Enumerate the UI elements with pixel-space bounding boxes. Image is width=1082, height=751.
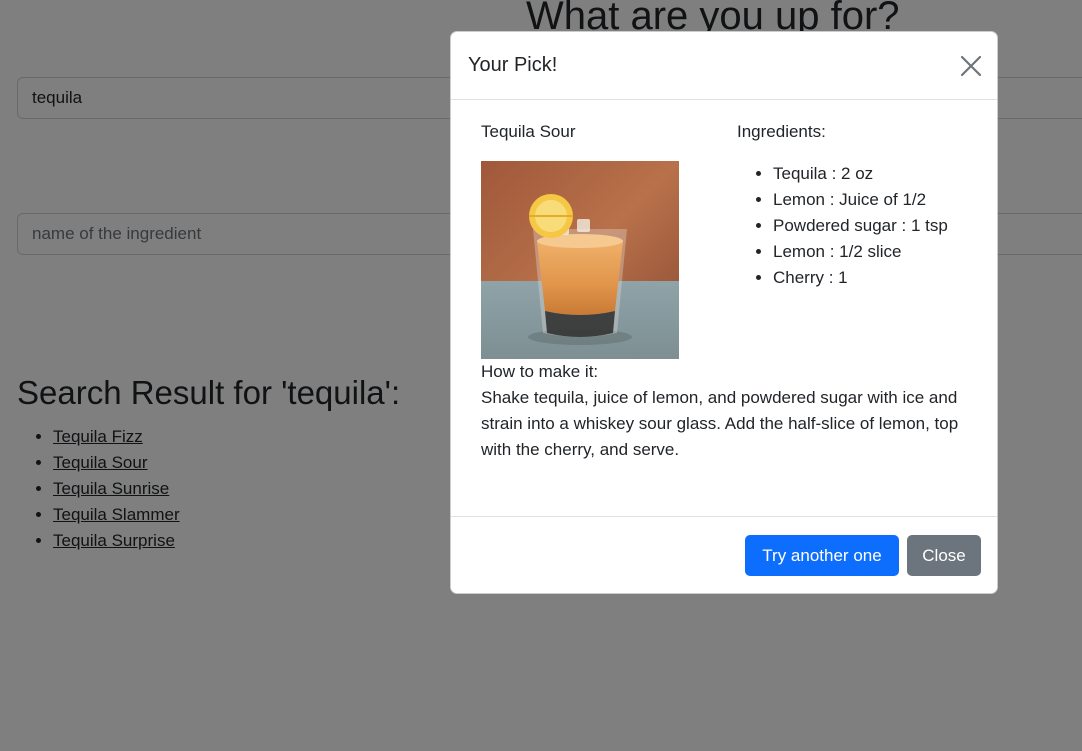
modal-footer: Try another one Close <box>451 517 997 593</box>
list-item: Tequila : 2 oz <box>773 161 948 187</box>
instructions-text: Shake tequila, juice of lemon, and powde… <box>481 388 959 459</box>
ingredients-label: Ingredients: <box>737 122 826 141</box>
close-button[interactable]: Close <box>907 535 981 576</box>
ingredients-list: Tequila : 2 oz Lemon : Juice of 1/2 Powd… <box>737 161 948 291</box>
try-another-button[interactable]: Try another one <box>745 535 899 576</box>
modal-header: Your Pick! <box>451 32 997 100</box>
modal-title: Your Pick! <box>468 54 558 76</box>
drink-photo <box>481 161 679 359</box>
list-item: Cherry : 1 <box>773 265 948 291</box>
modal-body: Tequila Sour Ingredients: • Tequila: 2 … <box>451 100 997 517</box>
list-item: Lemon : Juice of 1/2 <box>773 187 948 213</box>
cocktail-modal: Your Pick! Tequila Sour Ingredients: • T… <box>450 31 998 594</box>
drink-name: Tequila Sour <box>481 122 576 141</box>
page: What are you up for? Search Result for '… <box>0 0 1082 751</box>
list-item: Powdered sugar : 1 tsp <box>773 213 948 239</box>
close-icon[interactable] <box>959 54 983 78</box>
list-item: Lemon : 1/2 slice <box>773 239 948 265</box>
how-to-label: How to make it: <box>481 362 599 381</box>
